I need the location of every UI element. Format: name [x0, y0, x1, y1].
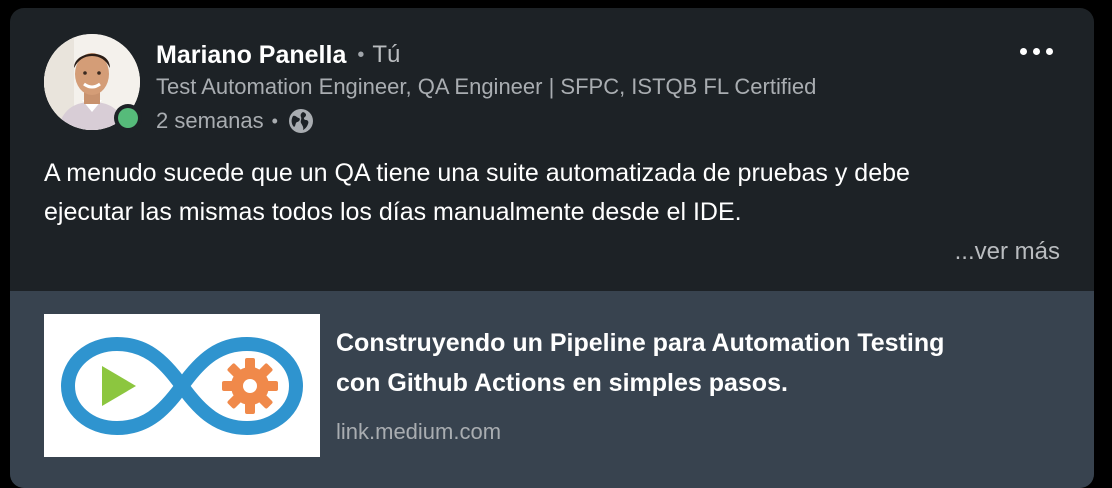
- link-title-line: con Github Actions en simples pasos.: [336, 369, 788, 397]
- see-more-button[interactable]: ...ver más: [955, 238, 1060, 266]
- link-title-line: Construyendo un Pipeline para Automation…: [336, 329, 945, 357]
- post-meta: 2 semanas •: [156, 106, 315, 136]
- post-card: Mariano Panella • Tú Test Automation Eng…: [10, 8, 1094, 488]
- link-thumbnail: [44, 314, 320, 457]
- post-body-line: A menudo sucede que un QA tiene una suit…: [44, 159, 910, 187]
- author-name[interactable]: Mariano Panella: [156, 41, 346, 70]
- author-line: Mariano Panella • Tú: [156, 38, 400, 72]
- globe-icon: [287, 107, 315, 135]
- online-status-indicator: [114, 104, 142, 132]
- more-options-icon[interactable]: [1010, 36, 1062, 66]
- link-preview-card[interactable]: Construyendo un Pipeline para Automation…: [10, 291, 1094, 488]
- author-headline: Test Automation Engineer, QA Engineer | …: [156, 74, 817, 99]
- author-avatar[interactable]: [44, 34, 142, 132]
- link-title[interactable]: Construyendo un Pipeline para Automation…: [336, 323, 1056, 403]
- post-body-line: ejecutar las mismas todos los días manua…: [44, 198, 742, 226]
- post-body: A menudo sucede que un QA tiene una suit…: [44, 154, 1074, 232]
- infinity-pipeline-logo-icon: [60, 336, 304, 436]
- name-separator: •: [357, 43, 365, 66]
- post-time: 2 semanas: [156, 108, 264, 133]
- meta-separator: •: [271, 110, 278, 131]
- connection-degree: Tú: [372, 41, 401, 68]
- link-source: link.medium.com: [336, 419, 502, 444]
